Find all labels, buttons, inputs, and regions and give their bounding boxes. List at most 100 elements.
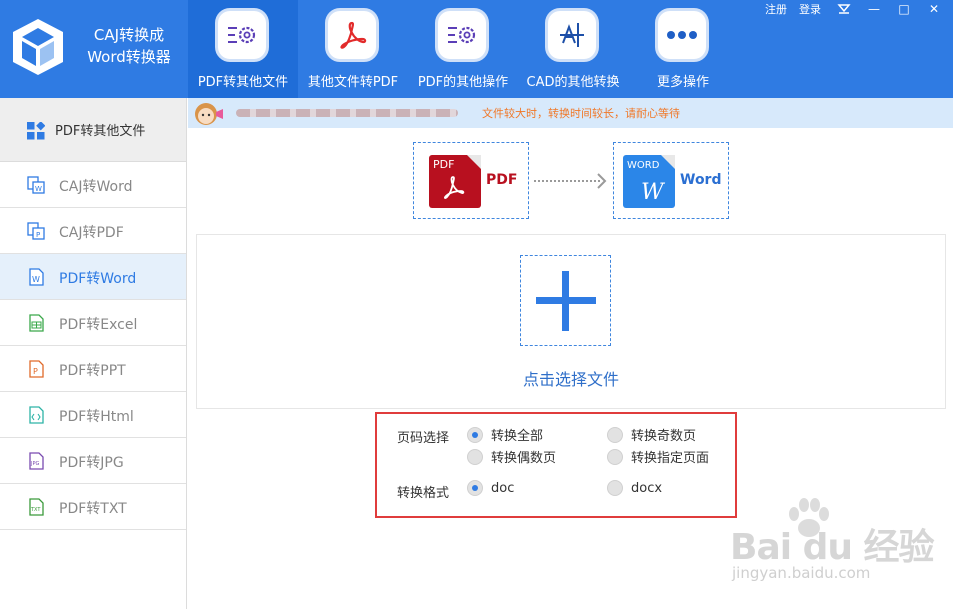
more-dots-icon <box>655 8 709 62</box>
word-file-icon: WORD W <box>623 155 675 208</box>
tab-other-to-pdf[interactable]: 其他文件转PDF <box>298 0 408 98</box>
tab-more-ops[interactable]: 更多操作 <box>628 0 738 98</box>
pdf-settings-gear-icon <box>435 8 489 62</box>
svg-text:W: W <box>35 185 42 193</box>
format-label: 转换格式 <box>397 486 450 501</box>
cad-drawing-icon <box>545 8 599 62</box>
add-file-button[interactable] <box>520 255 611 346</box>
watermark-url: jingyan.baidu.com <box>732 564 871 582</box>
pdf-file-icon: PDF <box>429 155 481 208</box>
grid-apps-icon <box>27 122 45 140</box>
tab-pdf-other-ops[interactable]: PDF的其他操作 <box>408 0 518 98</box>
notice-blurred-text <box>236 109 458 117</box>
register-link[interactable]: 注册 <box>765 1 787 17</box>
radio-label: doc <box>491 480 515 496</box>
upload-panel: 点击选择文件 <box>196 234 946 409</box>
login-link[interactable]: 登录 <box>799 1 821 17</box>
tab-other-to-pdf-label: 其他文件转PDF <box>307 75 399 90</box>
excel-doc-icon <box>29 314 44 332</box>
tab-more-ops-label: 更多操作 <box>656 75 709 90</box>
source-format-label: PDF <box>486 172 518 188</box>
sidebar-item-label: CAJ转PDF <box>59 225 124 241</box>
word-file-badge: WORD <box>627 160 660 171</box>
sidebar-item-caj-word[interactable]: W CAJ转Word <box>0 162 186 208</box>
radio-convert-all[interactable]: 转换全部 <box>467 425 543 444</box>
ppt-doc-icon: P <box>29 360 44 378</box>
jpg-doc-icon: JPG <box>29 452 44 470</box>
sidebar-item-pdf-word[interactable]: W PDF转Word <box>0 254 186 300</box>
tab-pdf-to-other[interactable]: PDF转其他文件 <box>188 0 298 98</box>
sidebar-item-caj-pdf[interactable]: P CAJ转PDF <box>0 208 186 254</box>
radio-format-docx[interactable]: docx <box>607 480 662 496</box>
minimize-button[interactable]: — <box>863 1 885 17</box>
tab-cad-convert-label: CAD的其他转换 <box>526 75 620 90</box>
sidebar-item-pdf-txt[interactable]: TXT PDF转TXT <box>0 484 186 530</box>
sidebar-item-pdf-html[interactable]: PDF转Html <box>0 392 186 438</box>
acrobat-icon <box>325 8 379 62</box>
radio-circle <box>467 448 483 465</box>
tab-pdf-to-other-label: PDF转其他文件 <box>197 75 289 90</box>
target-format-label: Word <box>680 172 722 188</box>
sidebar-item-pdf-jpg[interactable]: JPG PDF转JPG <box>0 438 186 484</box>
app-window: CAJ转换成 Word转换器 PDF转其他文件 其他文件转PDF PDF的其他操… <box>0 0 953 609</box>
pdf-convert-gear-icon <box>215 8 269 62</box>
restore-button[interactable]: □ <box>893 1 915 17</box>
tab-cad-convert[interactable]: CAD的其他转换 <box>518 0 628 98</box>
radio-label: 转换指定页面 <box>631 451 710 466</box>
radio-label: 转换奇数页 <box>631 429 697 444</box>
word-doc-icon: W <box>29 268 44 286</box>
notice-bar: 文件较大时，转换时间较长，请耐心等待 <box>188 98 953 128</box>
page-selection-label: 页码选择 <box>397 431 450 446</box>
radio-convert-odd[interactable]: 转换奇数页 <box>607 425 696 444</box>
top-toolbar: CAJ转换成 Word转换器 PDF转其他文件 其他文件转PDF PDF的其他操… <box>0 0 953 98</box>
sidebar-item-label: PDF转Word <box>59 271 137 287</box>
window-controls: 注册 登录 — □ ✕ <box>765 0 953 18</box>
word-file-letter: W <box>641 180 666 205</box>
pdf-file-badge: PDF <box>433 158 454 171</box>
target-format-box: WORD W Word <box>613 142 729 219</box>
app-title-line1: CAJ转换成 <box>93 26 165 44</box>
sidebar-item-label: PDF转JPG <box>59 455 124 471</box>
sidebar-header: PDF转其他文件 <box>0 98 186 162</box>
svg-text:TXT: TXT <box>30 507 41 513</box>
radio-convert-even[interactable]: 转换偶数页 <box>467 447 556 466</box>
convert-arrow-icon <box>534 173 607 189</box>
sidebar-header-label: PDF转其他文件 <box>55 124 146 139</box>
app-title-line2: Word转换器 <box>87 48 171 66</box>
sidebar-item-pdf-excel[interactable]: PDF转Excel <box>0 300 186 346</box>
svg-text:P: P <box>33 367 38 376</box>
sidebar-item-label: PDF转Html <box>59 409 134 425</box>
svg-text:P: P <box>36 231 40 239</box>
tab-pdf-other-ops-label: PDF的其他操作 <box>417 75 509 90</box>
radio-label: 转换偶数页 <box>491 451 557 466</box>
caj-pdf-icon: P <box>27 222 45 240</box>
baidu-jingyan-watermark: Bai du 经验 jingyan.baidu.com <box>726 498 952 590</box>
radio-circle <box>467 426 483 443</box>
brand: CAJ转换成 Word转换器 <box>0 0 186 98</box>
sidebar-item-label: PDF转PPT <box>59 363 126 379</box>
mascot-girl-icon <box>195 103 223 125</box>
conversion-options: 页码选择 转换全部 转换奇数页 转换偶数页 转换指定页面 转换格式 doc do… <box>375 412 737 518</box>
select-file-label[interactable]: 点击选择文件 <box>197 366 945 390</box>
sidebar-item-label: CAJ转Word <box>59 179 133 195</box>
close-button[interactable]: ✕ <box>923 1 945 17</box>
sidebar-item-pdf-ppt[interactable]: P PDF转PPT <box>0 346 186 392</box>
plus-icon <box>536 271 596 331</box>
radio-circle <box>607 480 623 496</box>
txt-doc-icon: TXT <box>29 498 44 516</box>
svg-text:JPG: JPG <box>30 461 39 467</box>
radio-convert-specified[interactable]: 转换指定页面 <box>607 447 709 466</box>
settings-menu-icon[interactable] <box>833 1 855 17</box>
radio-label: 转换全部 <box>491 429 544 444</box>
watermark-brand: Bai du 经验 <box>730 527 935 568</box>
radio-label: docx <box>631 480 663 496</box>
sidebar-item-label: PDF转TXT <box>59 501 127 517</box>
radio-circle <box>607 448 623 465</box>
sidebar-item-label: PDF转Excel <box>59 317 138 333</box>
svg-text:W: W <box>32 275 40 284</box>
source-format-box: PDF PDF <box>413 142 529 219</box>
app-logo-icon <box>13 19 63 75</box>
notice-text: 文件较大时，转换时间较长，请耐心等待 <box>482 107 680 120</box>
radio-format-doc[interactable]: doc <box>467 480 514 496</box>
radio-circle <box>607 426 623 443</box>
